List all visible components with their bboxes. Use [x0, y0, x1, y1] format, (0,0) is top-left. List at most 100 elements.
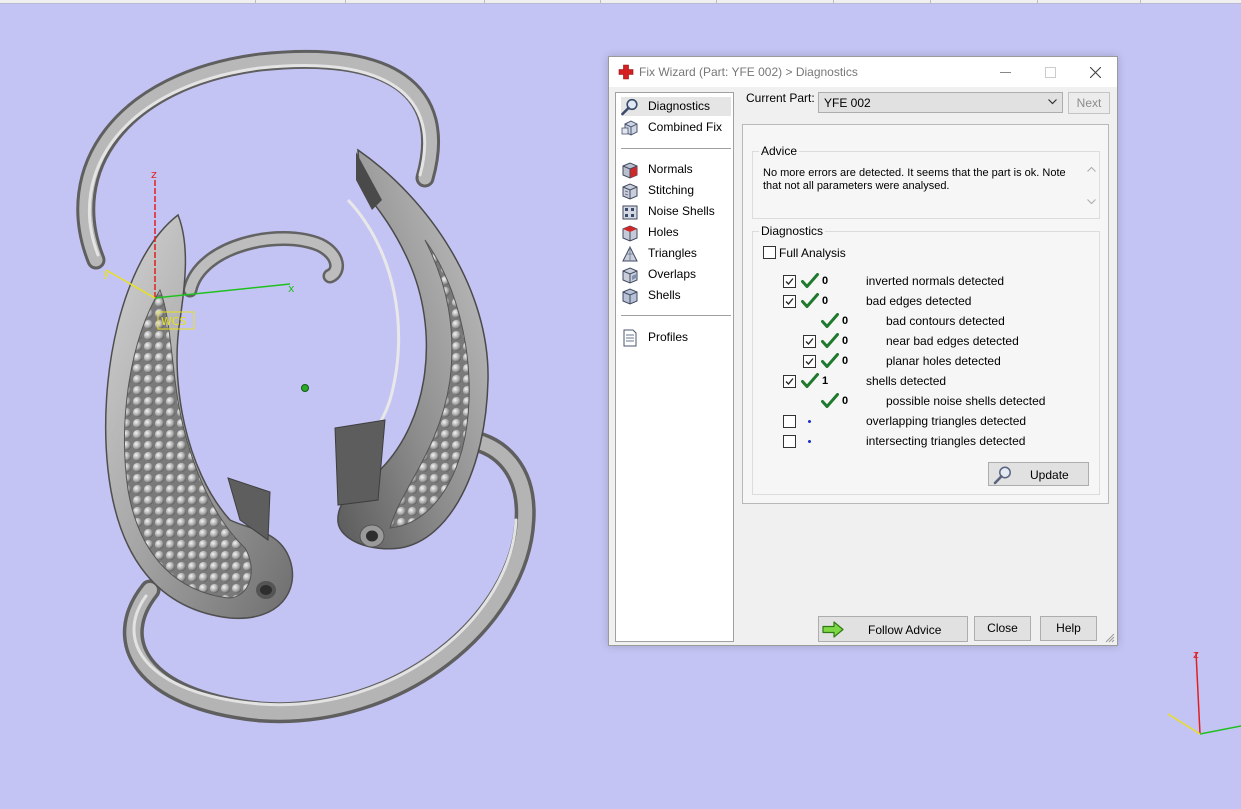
corner-axis-label-z: z — [1193, 648, 1199, 661]
nav-item-overlaps[interactable]: Overlaps — [621, 265, 731, 284]
rotation-center-marker — [301, 384, 309, 392]
help-button[interactable]: Help — [1040, 616, 1097, 641]
nav-item-triangles[interactable]: Triangles — [621, 244, 731, 263]
right-shell-part — [334, 148, 489, 550]
green-check-icon — [801, 373, 819, 389]
green-check-icon — [821, 393, 839, 409]
current-part-label: Current Part: — [746, 91, 815, 105]
magnifier-icon — [993, 466, 1011, 485]
noise-shells-icon — [622, 205, 638, 220]
axis-label-x: x — [288, 282, 295, 295]
current-part-value: YFE 002 — [824, 96, 871, 110]
diagnostic-count: 0 — [842, 395, 849, 407]
nav-item-combined-fix[interactable]: Combined Fix — [621, 118, 731, 137]
close-icon — [1090, 67, 1101, 78]
green-check-icon — [821, 333, 839, 349]
dialog-title: Fix Wizard (Part: YFE 002) > Diagnostics — [639, 65, 858, 79]
close-button[interactable]: Close — [974, 616, 1031, 641]
diagnostic-checkbox[interactable] — [783, 295, 796, 308]
diagnostic-checkbox[interactable] — [783, 415, 796, 428]
nav-label-holes: Holes — [648, 225, 679, 239]
nav-divider — [621, 148, 731, 149]
close-button-label: Close — [987, 621, 1018, 635]
nav-label-profiles: Profiles — [648, 330, 689, 344]
nav-item-profiles[interactable]: Profiles — [621, 328, 731, 347]
nav-label-diagnostics: Diagnostics — [648, 99, 711, 113]
normals-cube-icon — [622, 162, 638, 179]
scroll-up-icon[interactable] — [1087, 166, 1096, 172]
3d-model-viewport[interactable]: z x y WCS — [0, 0, 600, 760]
cube-stack-icon — [621, 120, 638, 136]
nav-label-overlaps: Overlaps — [648, 267, 697, 281]
maximize-button[interactable] — [1028, 57, 1073, 87]
update-button-label: Update — [1030, 468, 1069, 482]
minimize-icon — [1000, 72, 1011, 73]
diagnostics-panel: Advice No more errors are detected. It s… — [742, 124, 1109, 504]
follow-advice-button[interactable]: Follow Advice — [818, 616, 968, 642]
update-button[interactable]: Update — [988, 462, 1089, 486]
nav-item-diagnostics[interactable]: Diagnostics — [621, 97, 731, 116]
red-cross-icon — [618, 64, 634, 80]
nav-item-shells[interactable]: Shells — [621, 286, 731, 305]
diagnostic-count: 1 — [822, 375, 829, 387]
diagnostic-label: bad contours detected — [886, 314, 1005, 328]
checkmark-icon — [805, 358, 814, 365]
diagnostic-checkbox[interactable] — [783, 435, 796, 448]
triangles-icon — [622, 245, 638, 262]
diagnostic-label: intersecting triangles detected — [866, 434, 1026, 448]
full-analysis-label: Full Analysis — [779, 246, 846, 260]
checkmark-icon — [785, 298, 794, 305]
help-button-label: Help — [1056, 621, 1081, 635]
diagnostic-count: 0 — [842, 315, 849, 327]
minimize-button[interactable] — [983, 57, 1028, 87]
diagnostic-label: inverted normals detected — [866, 274, 1005, 288]
follow-advice-label: Follow Advice — [868, 623, 942, 637]
diagnostic-checkbox[interactable] — [803, 335, 816, 348]
wcs-label: WCS — [161, 315, 187, 328]
resize-grip-icon[interactable] — [1105, 633, 1115, 643]
diagnostic-count: 0 — [822, 295, 829, 307]
nav-label-normals: Normals — [648, 162, 693, 176]
axis-label-y: y — [103, 267, 110, 280]
next-button-label: Next — [1076, 96, 1102, 110]
axis-label-z: z — [151, 168, 157, 181]
current-part-select[interactable]: YFE 002 — [818, 92, 1063, 113]
nav-label-combined-fix: Combined Fix — [648, 120, 723, 134]
advice-group-title: Advice — [759, 144, 800, 158]
pending-dot-icon — [808, 420, 811, 423]
checkmark-icon — [785, 378, 794, 385]
next-button[interactable]: Next — [1068, 92, 1110, 114]
nav-divider — [621, 315, 731, 316]
diagnostic-label: planar holes detected — [886, 354, 1001, 368]
close-window-button[interactable] — [1073, 57, 1118, 87]
nav-item-noise-shells[interactable]: Noise Shells — [621, 202, 731, 221]
nav-item-normals[interactable]: Normals — [621, 160, 731, 179]
wire-loop-top — [76, 49, 440, 270]
holes-cube-icon — [622, 225, 638, 242]
advice-group: Advice No more errors are detected. It s… — [752, 144, 1100, 219]
advice-text-area[interactable]: No more errors are detected. It seems th… — [755, 162, 1098, 210]
full-analysis-checkbox[interactable] — [763, 246, 776, 259]
diagnostic-label: near bad edges detected — [886, 334, 1019, 348]
green-check-icon — [821, 313, 839, 329]
diagnostic-checkbox[interactable] — [803, 355, 816, 368]
diagnostic-count: 0 — [842, 355, 849, 367]
diagnostic-label: bad edges detected — [866, 294, 972, 308]
diagnostic-count: 0 — [822, 275, 829, 287]
nav-item-stitching[interactable]: Stitching — [621, 181, 731, 200]
wizard-nav-panel: Diagnostics Combined Fix Normals Stitchi… — [615, 92, 734, 642]
diagnostic-count: 0 — [842, 335, 849, 347]
green-check-icon — [801, 293, 819, 309]
nav-label-noise-shells: Noise Shells — [648, 204, 715, 218]
pending-dot-icon — [808, 440, 811, 443]
orientation-axes-indicator: z — [1167, 648, 1241, 735]
dialog-titlebar[interactable]: Fix Wizard (Part: YFE 002) > Diagnostics — [609, 57, 1117, 87]
diagnostic-label: shells detected — [866, 374, 947, 388]
scroll-down-icon[interactable] — [1087, 199, 1096, 205]
diagnostic-checkbox[interactable] — [783, 275, 796, 288]
nav-item-holes[interactable]: Holes — [621, 223, 731, 242]
diagnostics-group: Diagnostics Full Analysis 0 inverted norm… — [752, 224, 1100, 495]
nav-label-shells: Shells — [648, 288, 681, 302]
advice-text: No more errors are detected. It seems th… — [763, 167, 1066, 192]
diagnostic-checkbox[interactable] — [783, 375, 796, 388]
